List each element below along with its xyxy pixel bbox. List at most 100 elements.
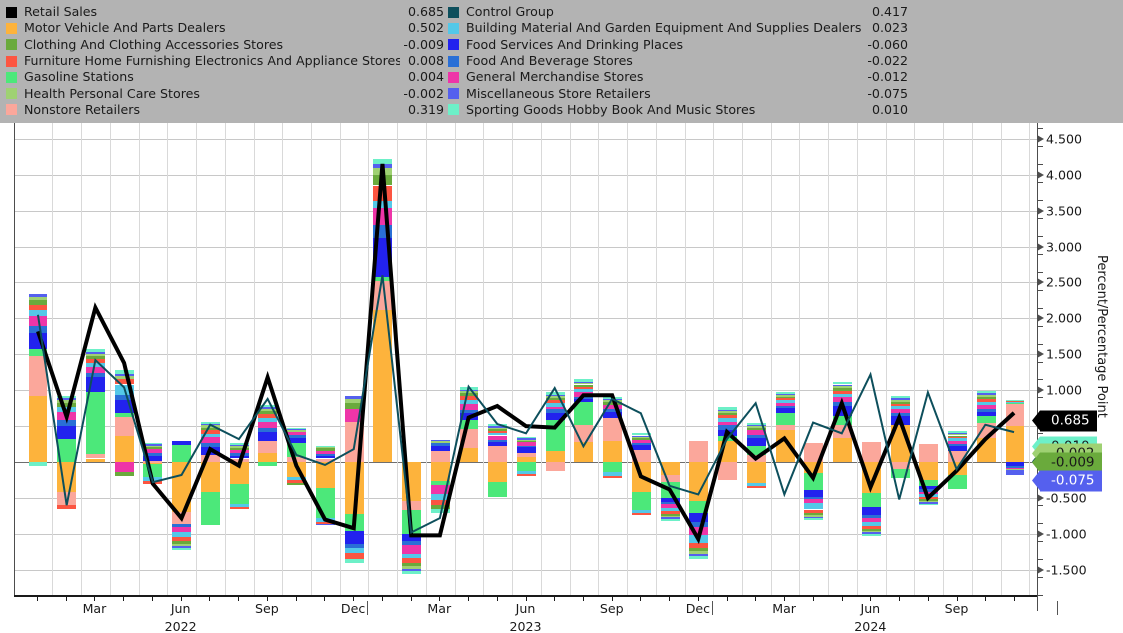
legend-item[interactable]: Food And Beverage Stores -0.022	[448, 53, 908, 69]
x-axis-year-label: 2023	[509, 619, 542, 633]
x-axis-label: Dec	[340, 601, 366, 616]
x-axis-label: Jun	[515, 601, 536, 616]
legend-item[interactable]: Retail Sales 0.685	[6, 4, 444, 20]
line-series	[36, 275, 1015, 535]
legend-item[interactable]: Nonstore Retailers 0.319	[6, 102, 444, 118]
value-tag-pointer-icon	[1032, 452, 1040, 473]
x-axis-tick	[238, 595, 240, 601]
legend-item-label: General Merchandise Stores	[466, 69, 644, 85]
x-axis-year-label: 2022	[164, 619, 197, 633]
legend-item-label: Gasoline Stations	[24, 69, 134, 85]
legend-item[interactable]: General Merchandise Stores -0.012	[448, 69, 908, 85]
legend-item[interactable]: Control Group 0.417	[448, 4, 908, 20]
x-axis-tick	[669, 595, 671, 601]
y-axis-minor-tick	[1037, 235, 1043, 237]
legend-item[interactable]: Food Services And Drinking Places -0.060	[448, 37, 908, 53]
value-tag-misc-retailers: -0.075	[1032, 470, 1102, 492]
y-axis-minor-tick	[1037, 217, 1043, 219]
y-axis-label: 1.000	[1046, 382, 1083, 398]
legend-item-label: Food And Beverage Stores	[466, 53, 633, 69]
y-axis-label: 2.500	[1046, 274, 1083, 290]
y-axis-minor-tick	[1037, 523, 1043, 525]
year-boundary-mark	[367, 601, 369, 615]
legend-item[interactable]: Building Material And Garden Equipment A…	[448, 20, 908, 36]
legend-item-label: Furniture Home Furnishing Electronics An…	[24, 53, 400, 69]
legend-item[interactable]: Miscellaneous Store Retailers -0.075	[448, 85, 908, 101]
y-axis-title: Percent/Percentage Point	[1094, 255, 1109, 418]
y-axis-minor-tick	[1037, 145, 1043, 147]
x-axis-tick	[755, 595, 757, 601]
x-axis-tick	[985, 595, 987, 601]
legend-swatch-icon	[448, 71, 459, 83]
legend-item-value: -0.002	[403, 85, 444, 101]
x-axis-tick	[726, 595, 728, 601]
legend-item-label: Health Personal Care Stores	[24, 85, 200, 101]
plot-area	[14, 123, 1037, 595]
x-axis-tick	[209, 595, 211, 601]
y-axis-label: 2.000	[1046, 310, 1083, 326]
y-axis-minor-tick	[1037, 541, 1043, 543]
legend-item-label: Clothing And Clothing Accessories Stores	[24, 36, 284, 52]
x-axis-tick	[295, 595, 297, 601]
retail-sales-contribution-chart: Retail Sales 0.685 Motor Vehicle And Parts…	[0, 0, 1123, 633]
x-axis-tick	[496, 595, 498, 601]
legend-item-value: -0.060	[867, 36, 908, 52]
y-axis-minor-tick	[1037, 253, 1043, 255]
legend-item[interactable]: Sporting Goods Hobby Book And Music Stor…	[448, 102, 908, 118]
x-axis-tick	[36, 595, 38, 601]
x-axis-label: Mar	[427, 601, 452, 616]
legend-item[interactable]: Furniture Home Furnishing Electronics An…	[6, 53, 444, 69]
legend-swatch-icon	[6, 55, 17, 67]
y-axis-label: 1.500	[1046, 346, 1083, 362]
x-axis-tick	[812, 595, 814, 601]
x-axis-tick	[381, 595, 383, 601]
y-axis-minor-tick	[1037, 379, 1043, 381]
y-axis-minor-tick	[1037, 128, 1043, 130]
legend-swatch-icon	[6, 71, 17, 83]
x-axis-tick	[123, 595, 125, 601]
y-axis-label: -1.500	[1046, 562, 1087, 578]
y-axis-minor-tick	[1037, 199, 1043, 201]
legend-item-label: Food Services And Drinking Places	[466, 36, 684, 52]
legend-item[interactable]: Health Personal Care Stores -0.002	[6, 85, 444, 101]
legend-swatch-icon	[6, 88, 17, 100]
legend-item-value: 0.023	[871, 20, 908, 36]
legend-item-value: 0.004	[407, 69, 444, 85]
legend-swatch-icon	[6, 6, 17, 18]
legend-item-value: 0.685	[407, 4, 444, 20]
y-axis-minor-tick	[1037, 325, 1043, 327]
legend-item[interactable]: Clothing And Clothing Accessories Stores…	[6, 37, 444, 53]
x-axis-tick	[927, 595, 929, 601]
legend-item-value: 0.502	[407, 20, 444, 36]
y-axis-minor-tick	[1037, 163, 1043, 165]
x-axis-tick	[1014, 595, 1015, 601]
y-axis-minor-tick	[1037, 271, 1043, 273]
legend-swatch-icon	[448, 55, 459, 67]
legend-column-right: Control Group 0.417 Building Material And …	[448, 4, 908, 118]
legend-item-label: Control Group	[466, 4, 554, 20]
legend-column-left: Retail Sales 0.685 Motor Vehicle And Parts…	[6, 4, 444, 118]
x-axis-tick	[841, 595, 843, 601]
x-axis-tick	[410, 595, 412, 601]
legend-item-label: Nonstore Retailers	[24, 101, 141, 117]
y-axis-tick-arrow-icon	[1037, 314, 1044, 323]
x-axis-label: Jun	[860, 601, 881, 616]
y-axis-tick-arrow-icon	[1037, 386, 1044, 395]
legend-item-value: 0.417	[871, 4, 908, 20]
legend-item-label: Building Material And Garden Equipment A…	[466, 20, 862, 36]
year-boundary-mark	[1057, 601, 1059, 615]
legend-item-value: -0.009	[403, 36, 444, 52]
y-axis-tick-arrow-icon	[1037, 278, 1044, 287]
legend-item[interactable]: Gasoline Stations 0.004	[6, 69, 444, 85]
legend-swatch-icon	[6, 39, 17, 51]
x-axis-label: Jun	[170, 601, 191, 616]
x-axis-label: Sep	[255, 601, 279, 616]
legend-item-label: Motor Vehicle And Parts Dealers	[24, 20, 226, 36]
legend-item[interactable]: Motor Vehicle And Parts Dealers 0.502	[6, 20, 444, 36]
y-axis-label: 4.500	[1046, 131, 1083, 147]
legend-swatch-icon	[448, 6, 459, 18]
x-axis-label: Mar	[772, 601, 796, 616]
y-axis-tick-arrow-icon	[1037, 242, 1044, 251]
y-axis-label: 4.000	[1046, 167, 1083, 183]
value-tag-pointer-icon	[1032, 410, 1040, 431]
